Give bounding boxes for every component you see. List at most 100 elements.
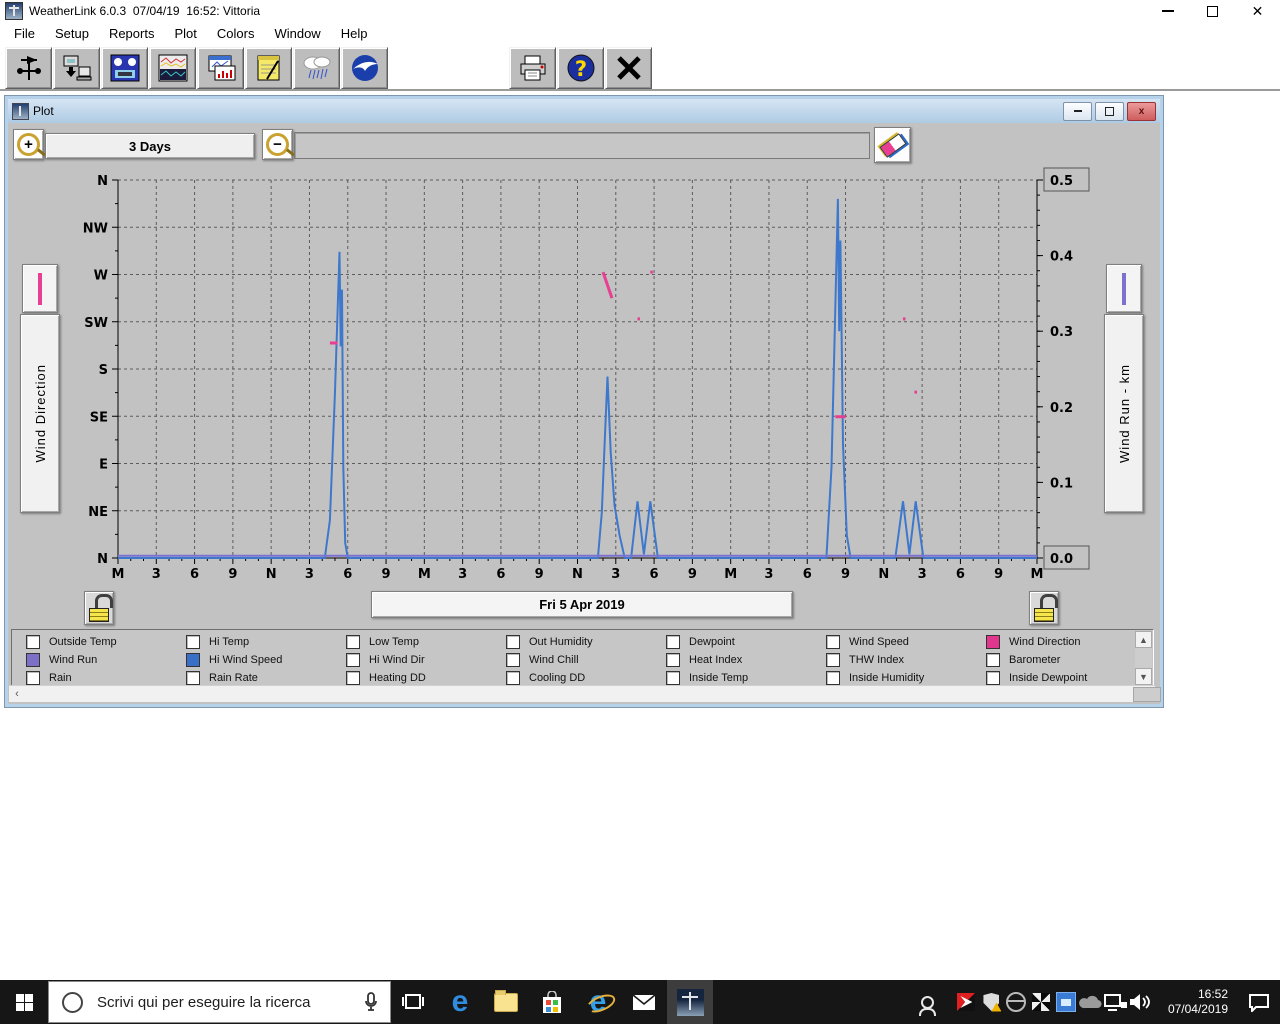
options-scrollbar[interactable]: ▲ ▼ xyxy=(1135,631,1152,685)
menu-colors[interactable]: Colors xyxy=(207,26,265,41)
lock-right-button[interactable] xyxy=(1029,591,1059,625)
option-outside-temp[interactable]: Outside Temp xyxy=(26,634,117,649)
app-titlebar[interactable]: WeatherLink 6.0.3 07/04/19 16:52: Vittor… xyxy=(0,0,1280,22)
weather-station-button[interactable] xyxy=(5,47,52,89)
option-low-temp[interactable]: Low Temp xyxy=(346,634,419,649)
checkbox[interactable] xyxy=(506,652,520,667)
microphone-icon[interactable] xyxy=(364,992,378,1012)
option-wind-speed[interactable]: Wind Speed xyxy=(826,634,909,649)
checkbox[interactable] xyxy=(986,652,1000,667)
hscroll-thumb[interactable] xyxy=(1133,687,1161,702)
option-hi-wind-speed[interactable]: Hi Wind Speed xyxy=(186,652,282,667)
option-rain-rate[interactable]: Rain Rate xyxy=(186,670,258,685)
taskbar-app-store[interactable] xyxy=(529,980,575,1024)
option-wind-chill[interactable]: Wind Chill xyxy=(506,652,579,667)
menu-reports[interactable]: Reports xyxy=(99,26,165,41)
option-dewpoint[interactable]: Dewpoint xyxy=(666,634,735,649)
search-input[interactable] xyxy=(95,992,352,1012)
restore-button[interactable] xyxy=(1190,0,1235,22)
taskbar-clock[interactable]: 16:52 07/04/2019 xyxy=(1154,987,1238,1017)
defender-icon[interactable] xyxy=(979,980,1004,1024)
zoom-in-button[interactable]: + xyxy=(13,129,44,160)
option-rain[interactable]: Rain xyxy=(26,670,72,685)
option-inside-humidity[interactable]: Inside Humidity xyxy=(826,670,924,685)
clear-plot-button[interactable] xyxy=(874,127,911,163)
plot-hscrollbar[interactable]: ‹ › xyxy=(9,685,1161,702)
lock-left-button[interactable] xyxy=(84,591,114,625)
noaa-button[interactable] xyxy=(341,47,388,89)
minimize-button[interactable] xyxy=(1145,0,1190,22)
checkbox[interactable] xyxy=(346,652,360,667)
menu-help[interactable]: Help xyxy=(331,26,378,41)
network-icon[interactable] xyxy=(1104,980,1129,1024)
taskbar-search[interactable] xyxy=(48,981,391,1023)
option-inside-dewpoint[interactable]: Inside Dewpoint xyxy=(986,670,1087,685)
scroll-down-icon[interactable]: ▼ xyxy=(1135,668,1152,685)
menu-plot[interactable]: Plot xyxy=(164,26,206,41)
onedrive-icon[interactable] xyxy=(1079,980,1104,1024)
rain-button[interactable] xyxy=(293,47,340,89)
help-button[interactable]: ? xyxy=(557,47,604,89)
plot-close-button[interactable]: x xyxy=(1127,101,1156,121)
menu-window[interactable]: Window xyxy=(264,26,330,41)
wind-direction-color-button[interactable] xyxy=(22,264,58,313)
report-button[interactable] xyxy=(197,47,244,89)
taskbar-app-file-explorer[interactable] xyxy=(483,980,529,1024)
close-button[interactable]: ✕ xyxy=(1235,0,1280,22)
checkbox[interactable] xyxy=(186,634,200,649)
task-view-button[interactable] xyxy=(391,980,437,1024)
zoom-out-button[interactable]: − xyxy=(262,129,293,160)
option-inside-temp[interactable]: Inside Temp xyxy=(666,670,748,685)
checkbox[interactable] xyxy=(826,670,840,685)
scroll-track[interactable] xyxy=(1135,648,1152,668)
people-icon[interactable] xyxy=(915,980,940,1024)
close-plot-button[interactable] xyxy=(605,47,652,89)
checkbox[interactable] xyxy=(986,634,1000,649)
option-barometer[interactable]: Barometer xyxy=(986,652,1060,667)
option-hi-wind-dir[interactable]: Hi Wind Dir xyxy=(346,652,425,667)
option-wind-run[interactable]: Wind Run xyxy=(26,652,97,667)
wind-run-color-button[interactable] xyxy=(1106,264,1142,313)
start-button[interactable] xyxy=(0,980,48,1024)
notes-button[interactable] xyxy=(245,47,292,89)
checkbox[interactable] xyxy=(26,634,40,649)
taskbar-app-internet-explorer[interactable]: e xyxy=(575,980,621,1024)
option-cooling-dd[interactable]: Cooling DD xyxy=(506,670,585,685)
taskbar-app-edge[interactable]: e xyxy=(437,980,483,1024)
remote-app-icon[interactable] xyxy=(1054,980,1079,1024)
volume-icon[interactable] xyxy=(1129,980,1154,1024)
menu-setup[interactable]: Setup xyxy=(45,26,99,41)
checkbox[interactable] xyxy=(186,670,200,685)
time-scroll-track[interactable] xyxy=(294,132,870,159)
checkbox[interactable] xyxy=(666,652,680,667)
menu-file[interactable]: File xyxy=(4,26,45,41)
download-button[interactable] xyxy=(53,47,100,89)
option-heating-dd[interactable]: Heating DD xyxy=(346,670,426,685)
checkbox[interactable] xyxy=(186,652,200,667)
option-hi-temp[interactable]: Hi Temp xyxy=(186,634,249,649)
checkbox[interactable] xyxy=(986,670,1000,685)
plot-restore-button[interactable] xyxy=(1095,101,1124,121)
checkbox[interactable] xyxy=(506,670,520,685)
plot-button[interactable] xyxy=(149,47,196,89)
action-center-button[interactable] xyxy=(1238,980,1280,1024)
date-button[interactable]: Fri 5 Apr 2019 xyxy=(371,591,793,618)
bulletin-button[interactable] xyxy=(101,47,148,89)
checkbox[interactable] xyxy=(826,634,840,649)
checkbox[interactable] xyxy=(26,670,40,685)
checkbox[interactable] xyxy=(346,670,360,685)
option-wind-direction[interactable]: Wind Direction xyxy=(986,634,1081,649)
time-range-button[interactable]: 3 Days xyxy=(45,133,255,159)
option-out-humidity[interactable]: Out Humidity xyxy=(506,634,593,649)
print-button[interactable] xyxy=(509,47,556,89)
plot-window-titlebar[interactable]: Plot x xyxy=(8,99,1160,123)
checkbox[interactable] xyxy=(346,634,360,649)
taskbar-app-weatherlink[interactable] xyxy=(667,980,713,1024)
option-thw-index[interactable]: THW Index xyxy=(826,652,904,667)
checkbox[interactable] xyxy=(26,652,40,667)
kaspersky-icon[interactable] xyxy=(954,980,979,1024)
checkbox[interactable] xyxy=(826,652,840,667)
checkbox[interactable] xyxy=(506,634,520,649)
plot-minimize-button[interactable] xyxy=(1063,101,1092,121)
option-heat-index[interactable]: Heat Index xyxy=(666,652,742,667)
